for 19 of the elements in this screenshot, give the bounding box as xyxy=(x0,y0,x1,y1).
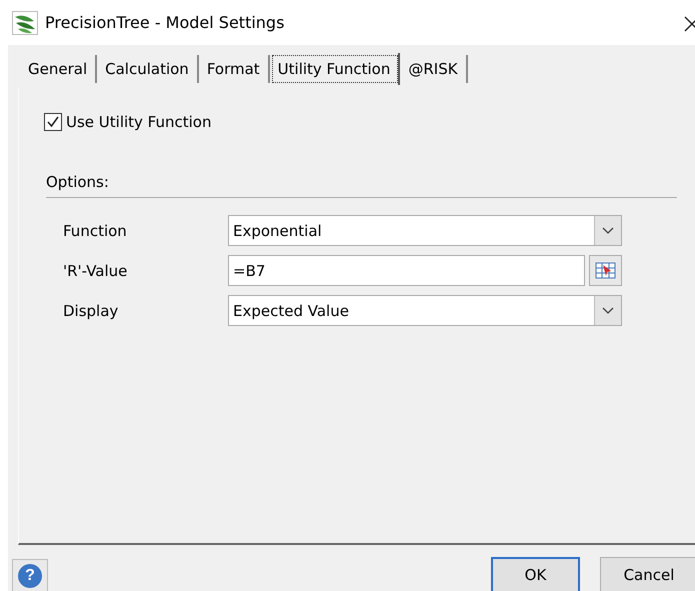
field-label: 'R'-Value xyxy=(63,262,128,280)
app-logo-icon xyxy=(12,10,38,34)
input-field[interactable]: =B7 xyxy=(228,255,585,286)
options-heading: Options: xyxy=(46,173,110,193)
checkbox-label: Use Utility Function xyxy=(66,113,212,131)
dialog-button[interactable]: OK xyxy=(491,557,580,591)
tab[interactable]: Calculation xyxy=(97,55,199,83)
help-button[interactable]: ? xyxy=(12,559,48,591)
field-label: Function xyxy=(63,222,128,240)
tab[interactable]: Utility Function xyxy=(270,53,400,85)
window-title: PrecisionTree - Model Settings xyxy=(45,13,284,32)
dropdown[interactable]: Exponential xyxy=(228,215,622,246)
tab[interactable]: @RISK xyxy=(400,55,468,83)
cell-reference-icon[interactable] xyxy=(589,255,622,286)
dialog-button[interactable]: Cancel xyxy=(600,557,695,591)
checkbox[interactable] xyxy=(44,113,62,131)
dropdown[interactable]: Expected Value xyxy=(228,295,622,326)
tab[interactable]: General xyxy=(20,55,98,83)
field-label: Display xyxy=(63,302,120,320)
